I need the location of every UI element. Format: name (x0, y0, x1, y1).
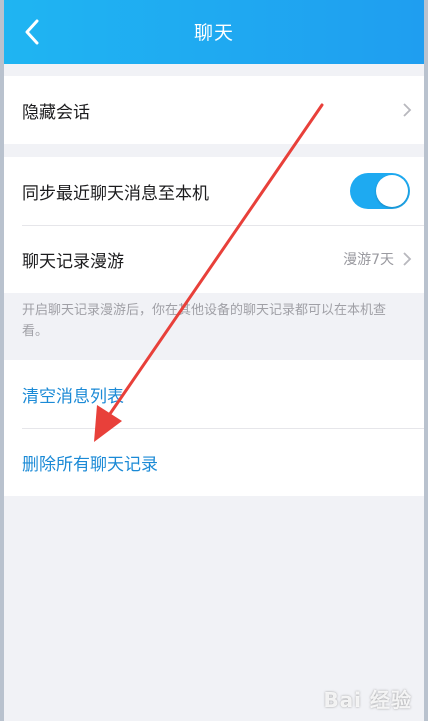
chevron-right-icon (403, 252, 412, 266)
clear-group: 清空消息列表 删除所有聊天记录 (4, 360, 424, 496)
chevron-right-icon (403, 103, 412, 117)
roaming-hint: 开启聊天记录漫游后，你在其他设备的聊天记录都可以在本机查看。 (22, 303, 387, 339)
hide-chat-group: 隐藏会话 (4, 76, 424, 144)
clear-list-label: 清空消息列表 (22, 386, 124, 407)
roaming-row[interactable]: 聊天记录漫游 漫游7天 (4, 225, 424, 293)
toggle-knob (376, 175, 408, 207)
hide-chat-row[interactable]: 隐藏会话 (4, 76, 424, 144)
roaming-value: 漫游7天 (343, 252, 394, 268)
roaming-label: 聊天记录漫游 (22, 251, 124, 272)
watermark-logo: Bai 经验 (323, 688, 412, 712)
sync-group: 同步最近聊天消息至本机 聊天记录漫游 漫游7天 (4, 157, 424, 293)
sync-toggle[interactable] (350, 173, 410, 209)
delete-all-row[interactable]: 删除所有聊天记录 (4, 428, 424, 496)
page-title: 聊天 (193, 22, 234, 44)
clear-list-row[interactable]: 清空消息列表 (4, 360, 424, 428)
sync-row: 同步最近聊天消息至本机 (4, 157, 424, 225)
title-bar: 聊天 (4, 0, 424, 64)
delete-all-label: 删除所有聊天记录 (22, 454, 158, 475)
phone-screen: 聊天 隐藏会话 同步最近聊天消息至本机 聊天记录漫游 漫游7天 开启聊天记录漫游… (4, 0, 424, 721)
hide-chat-label: 隐藏会话 (22, 102, 90, 123)
sync-label: 同步最近聊天消息至本机 (22, 183, 209, 204)
